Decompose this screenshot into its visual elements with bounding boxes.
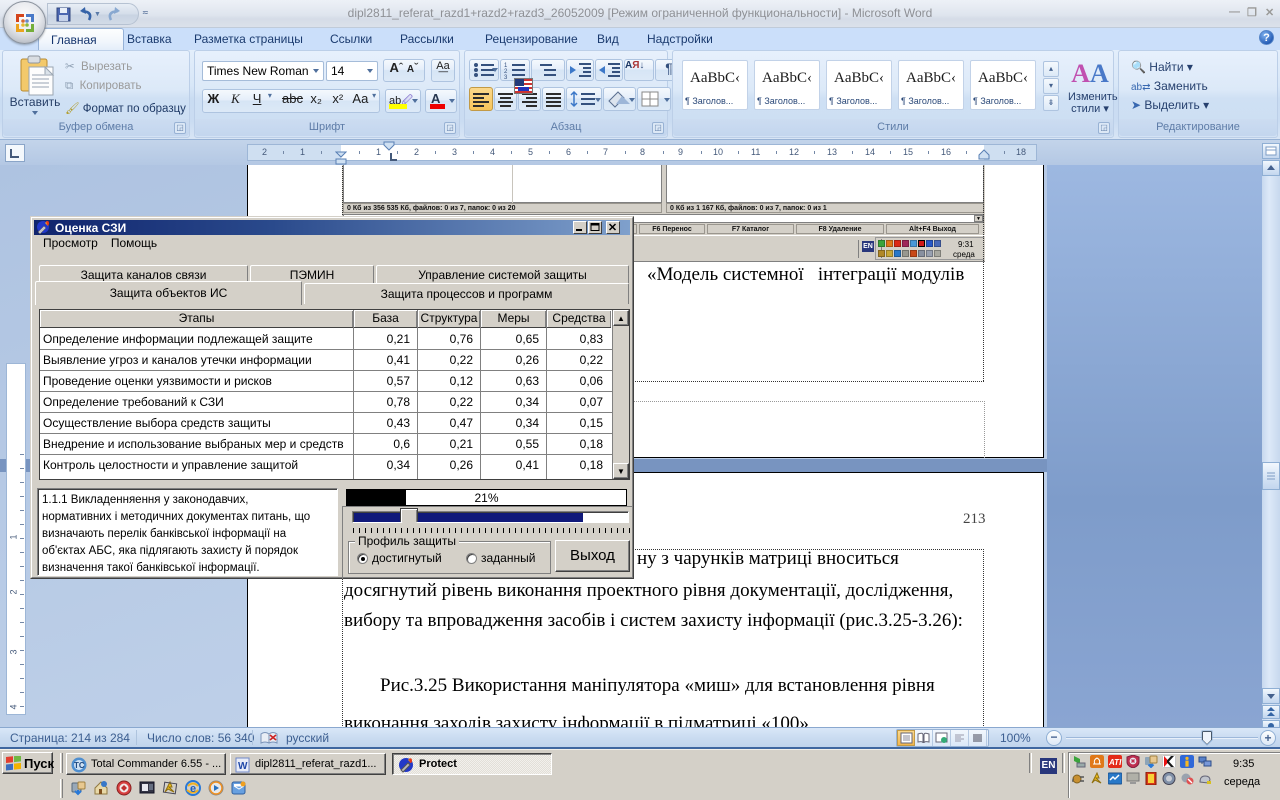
svg-text:3: 3 [504, 75, 508, 80]
svg-text:ATI: ATI [1108, 758, 1122, 767]
svg-text:e: e [190, 783, 196, 795]
svg-text:TC: TC [74, 761, 85, 770]
svg-text:W: W [238, 761, 248, 772]
